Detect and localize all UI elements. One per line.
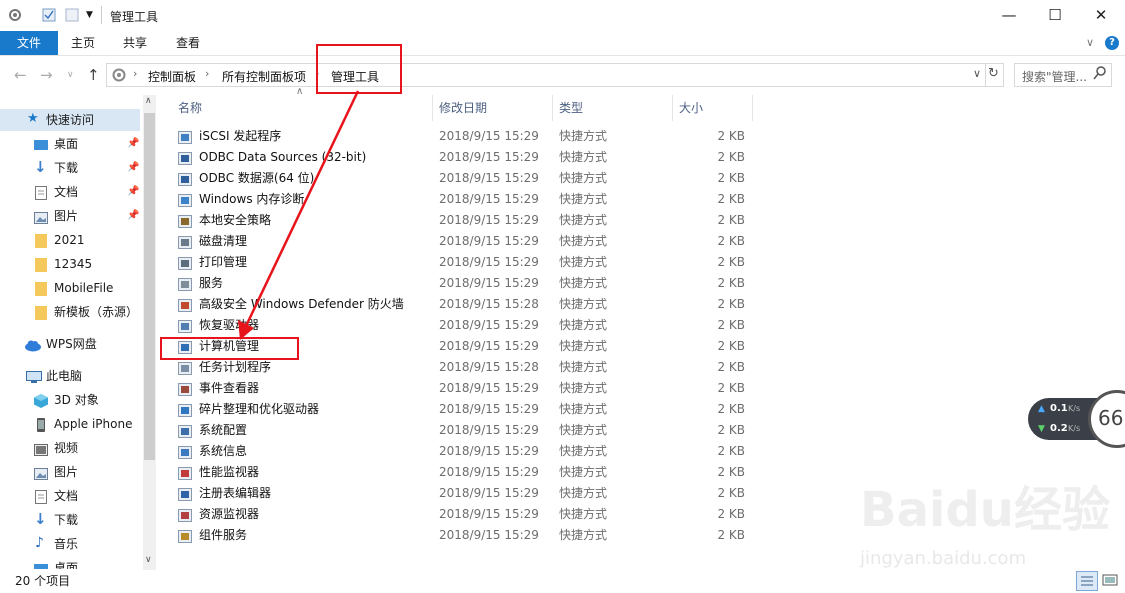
annotation-arrow bbox=[238, 90, 360, 340]
